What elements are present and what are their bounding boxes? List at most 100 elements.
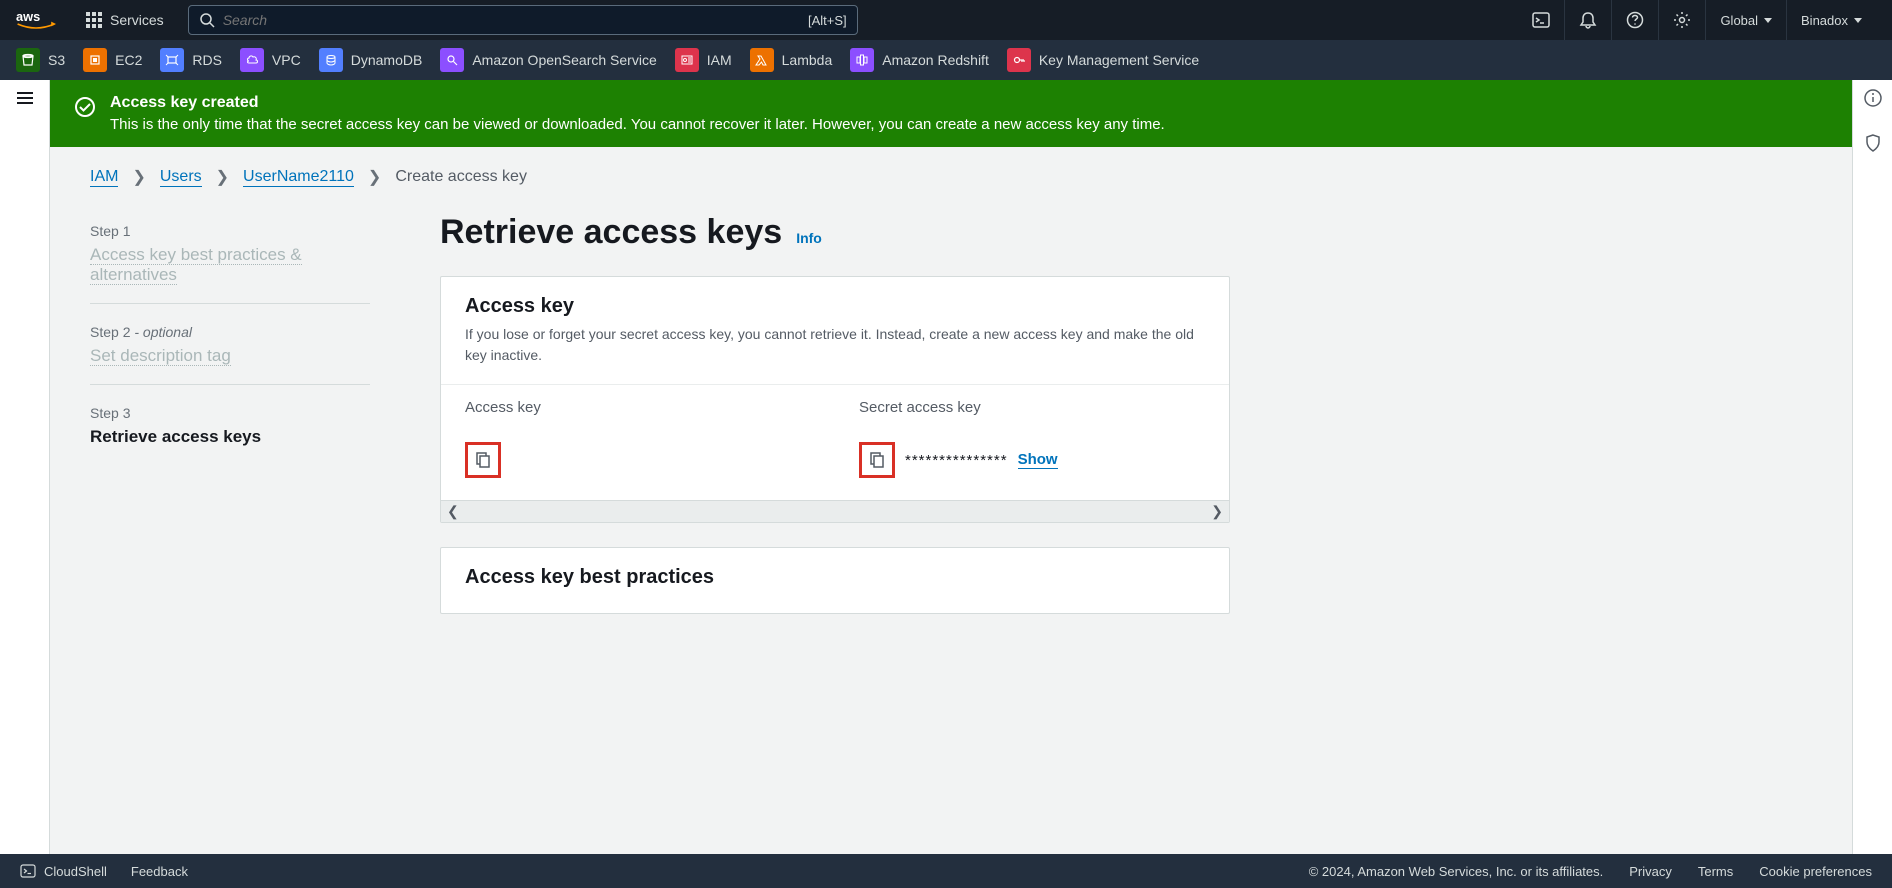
service-label: IAM [707, 52, 732, 68]
service-item-lambda[interactable]: Lambda [750, 48, 833, 72]
cloudshell-icon-button[interactable] [1518, 0, 1564, 40]
service-item-dynamodb[interactable]: DynamoDB [319, 48, 423, 72]
horizontal-scrollbar[interactable]: ❮ ❯ [441, 500, 1229, 522]
rds-icon [160, 48, 184, 72]
aws-logo[interactable]: aws [16, 8, 56, 32]
service-label: Key Management Service [1039, 52, 1199, 68]
copy-access-key-button[interactable] [465, 442, 501, 478]
best-practices-panel: Access key best practices [440, 547, 1230, 614]
panel-description: If you lose or forget your secret access… [465, 324, 1205, 366]
account-label: Binadox [1801, 13, 1848, 28]
step-title[interactable]: Access key best practices & alternatives [90, 245, 302, 285]
copy-icon [868, 451, 886, 469]
redshift-icon [850, 48, 874, 72]
secret-key-value-cell: *************** Show [835, 430, 1229, 500]
services-menu-button[interactable]: Services [74, 12, 176, 28]
service-favorites-bar: S3 EC2 RDS VPC DynamoDB Amazon OpenSearc… [0, 40, 1892, 80]
breadcrumb-users[interactable]: Users [160, 168, 202, 187]
feedback-link[interactable]: Feedback [131, 864, 188, 879]
service-item-opensearch[interactable]: Amazon OpenSearch Service [440, 48, 656, 72]
column-header-access-key: Access key [441, 385, 835, 430]
service-item-iam[interactable]: IAM [675, 48, 732, 72]
access-key-panel: Access key If you lose or forget your se… [440, 276, 1230, 523]
notifications-button[interactable] [1564, 0, 1611, 40]
service-label: DynamoDB [351, 52, 423, 68]
service-item-redshift[interactable]: Amazon Redshift [850, 48, 989, 72]
show-secret-link[interactable]: Show [1018, 451, 1058, 469]
service-label: Lambda [782, 52, 833, 68]
feedback-label: Feedback [131, 864, 188, 879]
security-panel-toggle[interactable] [1863, 133, 1883, 158]
search-box[interactable]: [Alt+S] [188, 5, 858, 35]
info-panel-toggle[interactable] [1863, 88, 1883, 113]
step-number: Step 3 [90, 405, 370, 421]
breadcrumb-iam[interactable]: IAM [90, 168, 118, 187]
wizard-step-2: Step 2 - optional Set description tag [90, 314, 370, 385]
chevron-right-icon: ❯ [368, 167, 381, 187]
service-item-vpc[interactable]: VPC [240, 48, 301, 72]
chevron-right-icon: ❯ [216, 167, 229, 187]
step-title[interactable]: Set description tag [90, 346, 231, 366]
service-label: VPC [272, 52, 301, 68]
iam-icon [675, 48, 699, 72]
service-label: S3 [48, 52, 65, 68]
info-link[interactable]: Info [796, 230, 822, 246]
region-selector[interactable]: Global [1705, 0, 1786, 40]
step-number: Step 1 [90, 223, 370, 239]
step-number: Step 2 - optional [90, 324, 370, 340]
opensearch-icon [440, 48, 464, 72]
search-shortcut: [Alt+S] [808, 13, 847, 28]
wizard-step-1: Step 1 Access key best practices & alter… [90, 213, 370, 304]
cloudshell-label: CloudShell [44, 864, 107, 879]
privacy-link[interactable]: Privacy [1629, 864, 1672, 879]
services-label: Services [110, 12, 164, 28]
secret-key-masked: *************** [905, 452, 1008, 469]
service-item-ec2[interactable]: EC2 [83, 48, 142, 72]
chevron-right-icon: ❯ [132, 167, 145, 187]
caret-down-icon [1764, 18, 1772, 23]
scroll-left-icon[interactable]: ❮ [447, 503, 459, 520]
svg-text:aws: aws [16, 9, 40, 24]
step-title: Retrieve access keys [90, 427, 370, 447]
terms-link[interactable]: Terms [1698, 864, 1733, 879]
kms-icon [1007, 48, 1031, 72]
breadcrumb-username[interactable]: UserName2110 [243, 168, 354, 187]
cloudshell-link[interactable]: CloudShell [20, 863, 107, 879]
notice-body: This is the only time that the secret ac… [110, 116, 1165, 133]
scroll-right-icon[interactable]: ❯ [1211, 503, 1223, 520]
success-notice: Access key created This is the only time… [50, 80, 1852, 147]
left-nav-rail [0, 80, 50, 854]
service-label: EC2 [115, 52, 142, 68]
service-item-s3[interactable]: S3 [16, 48, 65, 72]
page-title: Retrieve access keys Info [440, 213, 1230, 252]
footer-bar: CloudShell Feedback © 2024, Amazon Web S… [0, 854, 1892, 888]
right-tools-rail [1852, 80, 1892, 854]
page-title-text: Retrieve access keys [440, 213, 782, 252]
access-key-table: Access key Secret access key [441, 384, 1229, 500]
grid-icon [86, 12, 102, 28]
vpc-icon [240, 48, 264, 72]
copyright-text: © 2024, Amazon Web Services, Inc. or its… [1309, 864, 1604, 879]
search-input[interactable] [223, 12, 808, 28]
service-label: RDS [192, 52, 222, 68]
content-column: Access key created This is the only time… [50, 80, 1852, 854]
panel-title: Access key [465, 295, 1205, 318]
settings-button[interactable] [1658, 0, 1705, 40]
region-label: Global [1720, 13, 1758, 28]
side-nav-toggle[interactable] [15, 88, 35, 854]
success-check-icon [74, 96, 96, 133]
service-item-rds[interactable]: RDS [160, 48, 222, 72]
breadcrumb-current: Create access key [395, 168, 527, 186]
search-container: [Alt+S] [188, 5, 858, 35]
copy-secret-key-button[interactable] [859, 442, 895, 478]
help-button[interactable] [1611, 0, 1658, 40]
dynamodb-icon [319, 48, 343, 72]
s3-icon [16, 48, 40, 72]
service-label: Amazon Redshift [882, 52, 989, 68]
service-item-kms[interactable]: Key Management Service [1007, 48, 1199, 72]
account-menu[interactable]: Binadox [1786, 0, 1876, 40]
top-header: aws Services [Alt+S] Global Binadox [0, 0, 1892, 40]
copy-icon [474, 451, 492, 469]
cookie-preferences-link[interactable]: Cookie preferences [1759, 864, 1872, 879]
service-label: Amazon OpenSearch Service [472, 52, 656, 68]
